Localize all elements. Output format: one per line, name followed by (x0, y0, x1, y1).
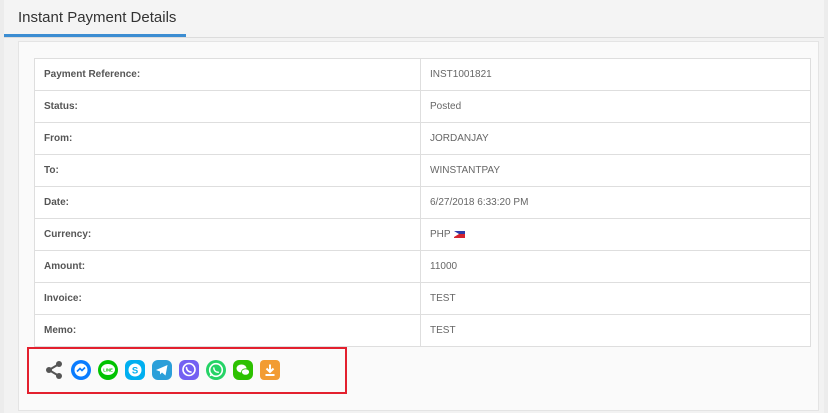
row-label: Date: (34, 186, 421, 219)
share-toolbar: LINE S (27, 347, 347, 394)
page-title: Instant Payment Details (18, 9, 177, 26)
table-row: Currency: PHP (34, 218, 811, 251)
row-label: Currency: (34, 218, 421, 251)
row-value: Posted (420, 90, 811, 123)
row-label: Memo: (34, 314, 421, 347)
wechat-icon[interactable] (232, 359, 254, 381)
philippines-flag-icon (453, 230, 465, 238)
whatsapp-icon[interactable] (205, 359, 227, 381)
row-label: Status: (34, 90, 421, 123)
row-value: INST1001821 (420, 58, 811, 91)
row-value: 6/27/2018 6:33:20 PM (420, 186, 811, 219)
telegram-icon[interactable] (151, 359, 173, 381)
table-row: Memo: TEST (34, 314, 811, 347)
tab-instant-payment-details[interactable]: Instant Payment Details (4, 0, 186, 37)
skype-icon[interactable]: S (124, 359, 146, 381)
table-row: To: WINSTANTPAY (34, 154, 811, 187)
table-row: Date: 6/27/2018 6:33:20 PM (34, 186, 811, 219)
table-row: From: JORDANJAY (34, 122, 811, 155)
row-value: WINSTANTPAY (420, 154, 811, 187)
row-label: From: (34, 122, 421, 155)
share-icons: LINE S (43, 359, 281, 381)
tab-bar: Instant Payment Details (4, 0, 824, 38)
row-value: JORDANJAY (420, 122, 811, 155)
row-value: TEST (420, 282, 811, 315)
table-row: Payment Reference: INST1001821 (34, 58, 811, 91)
download-icon[interactable] (259, 359, 281, 381)
svg-text:S: S (132, 365, 138, 376)
row-value-currency: PHP (420, 218, 811, 251)
svg-text:LINE: LINE (103, 367, 113, 372)
row-value: TEST (420, 314, 811, 347)
share-icon[interactable] (43, 359, 65, 381)
payment-details-panel: Instant Payment Details Payment Referenc… (4, 0, 824, 413)
row-value: 11000 (420, 250, 811, 283)
table-row: Status: Posted (34, 90, 811, 123)
row-label: Amount: (34, 250, 421, 283)
table-row: Invoice: TEST (34, 282, 811, 315)
row-label: Invoice: (34, 282, 421, 315)
line-icon[interactable]: LINE (97, 359, 119, 381)
viber-icon[interactable] (178, 359, 200, 381)
row-label: Payment Reference: (34, 58, 421, 91)
currency-code: PHP (430, 229, 451, 240)
row-label: To: (34, 154, 421, 187)
details-table: Payment Reference: INST1001821 Status: P… (34, 58, 811, 347)
messenger-icon[interactable] (70, 359, 92, 381)
table-row: Amount: 11000 (34, 250, 811, 283)
